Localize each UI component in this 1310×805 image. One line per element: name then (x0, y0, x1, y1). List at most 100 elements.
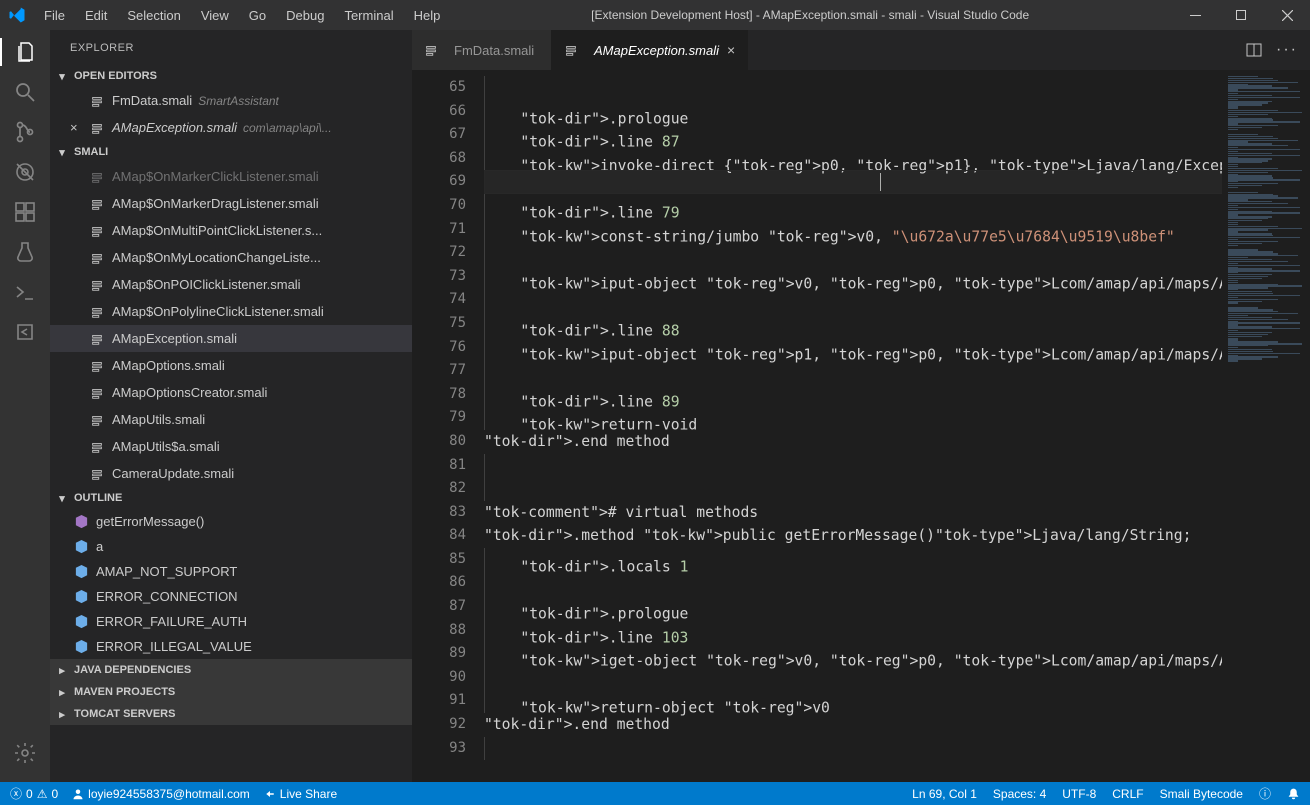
feedback-icon[interactable]: ⓘ (1259, 785, 1271, 802)
menu-bar: FileEditSelectionViewGoDebugTerminalHelp (36, 4, 448, 27)
close-icon[interactable]: × (727, 42, 735, 58)
file-item[interactable]: AMapUtils$a.smali (50, 433, 412, 460)
open-editors-list: ×FmData.smaliSmartAssistant×AMapExceptio… (50, 87, 412, 141)
chevron-down-icon: ▾ (54, 70, 70, 83)
account-user: loyie924558375@hotmail.com (88, 787, 250, 801)
file-item[interactable]: AMap$OnPOIClickListener.smali (50, 271, 412, 298)
outline-item[interactable]: ERROR_FAILURE_AUTH (50, 609, 412, 634)
file-item[interactable]: AMapOptionsCreator.smali (50, 379, 412, 406)
minimize-button[interactable] (1172, 0, 1218, 30)
file-icon (90, 332, 106, 346)
editor-tab[interactable]: AMapException.smali × (552, 30, 748, 70)
menu-file[interactable]: File (36, 4, 73, 27)
file-icon (424, 43, 440, 57)
settings-gear-icon[interactable] (11, 739, 39, 767)
close-button[interactable] (1264, 0, 1310, 30)
code-content[interactable]: "tok-dir">.prologue "tok-dir">.line 87 "… (484, 70, 1310, 782)
symbol-method-icon (72, 513, 90, 531)
chevron-down-icon: ▾ (54, 492, 70, 505)
outline-label: ERROR_FAILURE_AUTH (96, 614, 247, 629)
file-item[interactable]: AMap$OnMyLocationChangeListe... (50, 244, 412, 271)
outline-item[interactable]: ERROR_CONNECTION (50, 584, 412, 609)
close-icon[interactable]: × (70, 120, 86, 135)
section-maven-projects[interactable]: ▸ MAVEN PROJECTS (50, 681, 412, 703)
tab-label: AMapException.smali (594, 43, 719, 58)
problems-status[interactable]: ⓧ0 ⚠0 (10, 785, 58, 802)
collapsed-sections: ▸JAVA DEPENDENCIES ▸ MAVEN PROJECTS ▸TOMCAT… (50, 659, 412, 725)
file-item[interactable]: AMapUtils.smali (50, 406, 412, 433)
menu-view[interactable]: View (193, 4, 237, 27)
editor-tab[interactable]: FmData.smali (412, 30, 552, 70)
more-actions-icon[interactable]: ··· (1276, 41, 1298, 59)
outline-item[interactable]: a (50, 534, 412, 559)
file-icon (90, 170, 106, 184)
menu-go[interactable]: Go (241, 4, 274, 27)
language-mode[interactable]: Smali Bytecode (1160, 787, 1243, 801)
minimap[interactable] (1222, 70, 1310, 782)
editor-body[interactable]: 6566676869707172737475767778798081828384… (412, 70, 1310, 782)
cursor-position[interactable]: Ln 69, Col 1 (912, 787, 977, 801)
sidebar-explorer: EXPLORER ▾ OPEN EDITORS ×FmData.smaliSma… (50, 30, 412, 782)
file-item[interactable]: AMap$OnMarkerClickListener.smali (50, 163, 412, 190)
eol-status[interactable]: CRLF (1112, 787, 1143, 801)
section-label: MAVEN PROJECTS (74, 686, 175, 698)
file-name: AMapException.smali (112, 331, 237, 346)
menu-terminal[interactable]: Terminal (336, 4, 401, 27)
section-java-dependencies[interactable]: ▸JAVA DEPENDENCIES (50, 659, 412, 681)
file-icon (90, 224, 106, 238)
error-icon: ⓧ (10, 785, 22, 802)
maximize-button[interactable] (1218, 0, 1264, 30)
open-editor-filename: FmData.smali (112, 93, 192, 108)
testing-icon[interactable] (11, 238, 39, 266)
line-number-gutter: 6566676869707172737475767778798081828384… (412, 70, 484, 782)
outline-item[interactable]: ERROR_ILLEGAL_VALUE (50, 634, 412, 659)
symbol-field-icon (72, 638, 90, 656)
notifications-icon[interactable] (1287, 787, 1300, 800)
remote-icon[interactable] (11, 278, 39, 306)
file-icon (90, 94, 106, 108)
search-icon[interactable] (11, 78, 39, 106)
indentation-status[interactable]: Spaces: 4 (993, 787, 1046, 801)
menu-help[interactable]: Help (406, 4, 449, 27)
menu-debug[interactable]: Debug (278, 4, 332, 27)
extensions-icon[interactable] (11, 198, 39, 226)
file-icon (90, 305, 106, 319)
menu-selection[interactable]: Selection (119, 4, 188, 27)
outline-label: ERROR_ILLEGAL_VALUE (96, 639, 252, 654)
open-editors-header[interactable]: ▾ OPEN EDITORS (50, 65, 412, 87)
menu-edit[interactable]: Edit (77, 4, 115, 27)
project-section-header[interactable]: ▾ SMALI (50, 141, 412, 163)
chevron-right-icon: ▸ (54, 686, 70, 699)
file-icon (564, 43, 580, 57)
editor-actions: ··· (1246, 30, 1310, 70)
file-item[interactable]: AMapException.smali (50, 325, 412, 352)
section-label: TOMCAT SERVERS (74, 708, 175, 720)
file-icon (90, 278, 106, 292)
account-status[interactable]: loyie924558375@hotmail.com (72, 787, 250, 801)
file-item[interactable]: AMapOptions.smali (50, 352, 412, 379)
open-editor-item[interactable]: ×FmData.smaliSmartAssistant (50, 87, 412, 114)
file-item[interactable]: AMap$OnPolylineClickListener.smali (50, 298, 412, 325)
editor-tabs: FmData.smali AMapException.smali × ··· (412, 30, 1310, 70)
editor-area: FmData.smali AMapException.smali × ··· 656… (412, 30, 1310, 782)
outline-item[interactable]: AMAP_NOT_SUPPORT (50, 559, 412, 584)
debug-icon[interactable] (11, 158, 39, 186)
encoding-status[interactable]: UTF-8 (1062, 787, 1096, 801)
liveshare-icon[interactable] (11, 318, 39, 346)
outline-list: getErrorMessage()aAMAP_NOT_SUPPORT ERROR_… (50, 509, 412, 659)
file-icon (90, 386, 106, 400)
section-tomcat-servers[interactable]: ▸TOMCAT SERVERS (50, 703, 412, 725)
open-editor-item[interactable]: ×AMapException.smalicom\amap\api\... (50, 114, 412, 141)
file-item[interactable]: AMap$OnMultiPointClickListener.s... (50, 217, 412, 244)
explorer-icon[interactable] (0, 38, 50, 66)
outline-item[interactable]: getErrorMessage() (50, 509, 412, 534)
file-icon (90, 121, 106, 135)
file-item[interactable]: AMap$OnMarkerDragListener.smali (50, 190, 412, 217)
source-control-icon[interactable] (11, 118, 39, 146)
outline-label: ERROR_CONNECTION (96, 589, 238, 604)
warning-icon: ⚠ (37, 787, 48, 801)
split-editor-icon[interactable] (1246, 42, 1262, 58)
liveshare-status[interactable]: Live Share (264, 787, 337, 801)
outline-header[interactable]: ▾ OUTLINE (50, 487, 412, 509)
file-item[interactable]: CameraUpdate.smali (50, 460, 412, 487)
